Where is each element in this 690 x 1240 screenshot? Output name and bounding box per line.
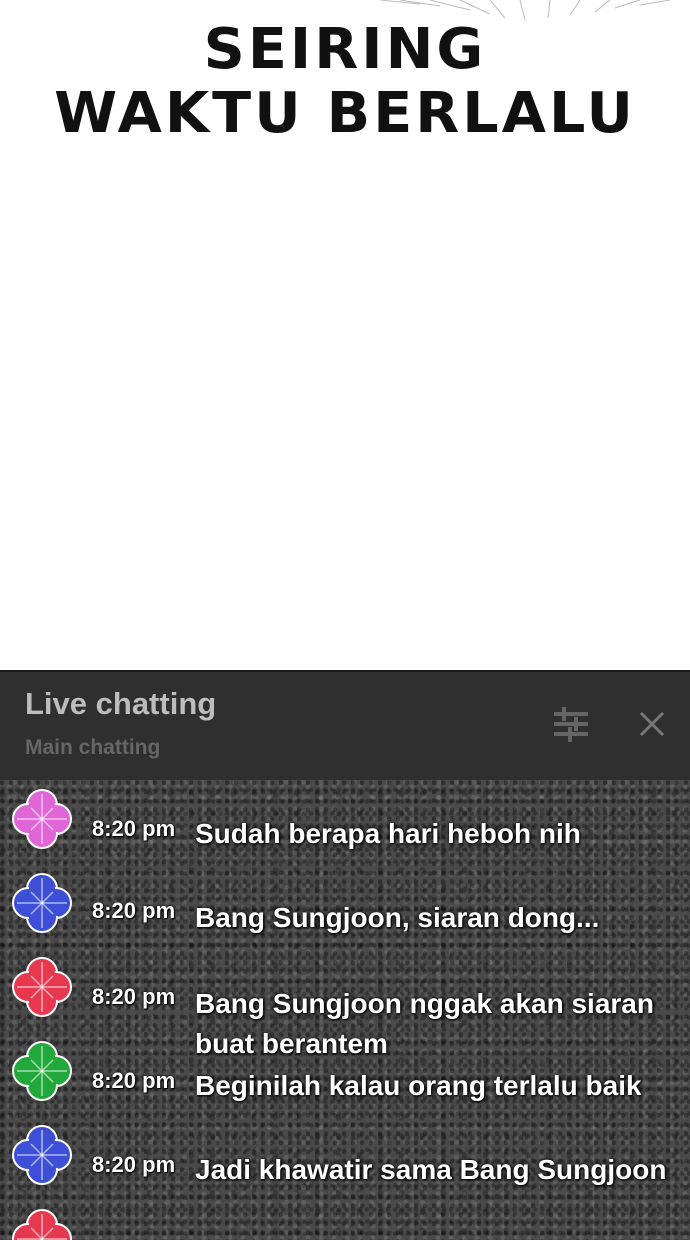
clover-avatar-icon xyxy=(12,873,72,933)
clover-avatar-icon xyxy=(12,1041,72,1101)
chat-header: Live chatting Main chatting xyxy=(0,670,690,780)
message-time: 8:20 pm xyxy=(92,1152,176,1177)
message-time: 8:20 pm xyxy=(92,816,176,841)
message-text: Bang Sungjoon nggak akan siaran buat ber… xyxy=(195,988,654,1059)
clover-avatar-icon xyxy=(12,789,72,849)
message-time: 8:20 pm xyxy=(92,984,176,1009)
live-chat-panel: Live chatting Main chatting 8:20 pm Suda… xyxy=(0,670,690,1240)
message-time: 8:20 pm xyxy=(92,898,176,923)
chat-message-list[interactable]: 8:20 pm Sudah berapa hari heboh nih 8:20… xyxy=(0,780,690,1240)
message-text: Sudah berapa hari heboh nih xyxy=(195,818,581,849)
clover-avatar-icon xyxy=(12,957,72,1017)
caption-line-1: SEIRING xyxy=(203,17,487,82)
filter-sliders-icon[interactable] xyxy=(552,704,590,744)
clover-avatar-icon xyxy=(12,1209,72,1240)
close-icon[interactable] xyxy=(638,710,666,738)
message-text: Jadi khawatir sama Bang Sungjoon xyxy=(195,1154,667,1185)
message-text: Bang Sungjoon, siaran dong... xyxy=(195,902,600,933)
chat-subtitle[interactable]: Main chatting xyxy=(25,736,160,760)
caption-line-2: WAKTU BERLALU xyxy=(54,81,636,146)
message-time: 8:20 pm xyxy=(92,1068,176,1093)
manga-panel: SEIRING WAKTU BERLALU xyxy=(0,0,690,670)
chat-title: Live chatting xyxy=(25,686,217,721)
clover-avatar-icon xyxy=(12,1125,72,1185)
message-text: Beginilah kalau orang terlalu baik xyxy=(195,1070,642,1101)
narration-caption: SEIRING WAKTU BERLALU xyxy=(0,18,690,146)
